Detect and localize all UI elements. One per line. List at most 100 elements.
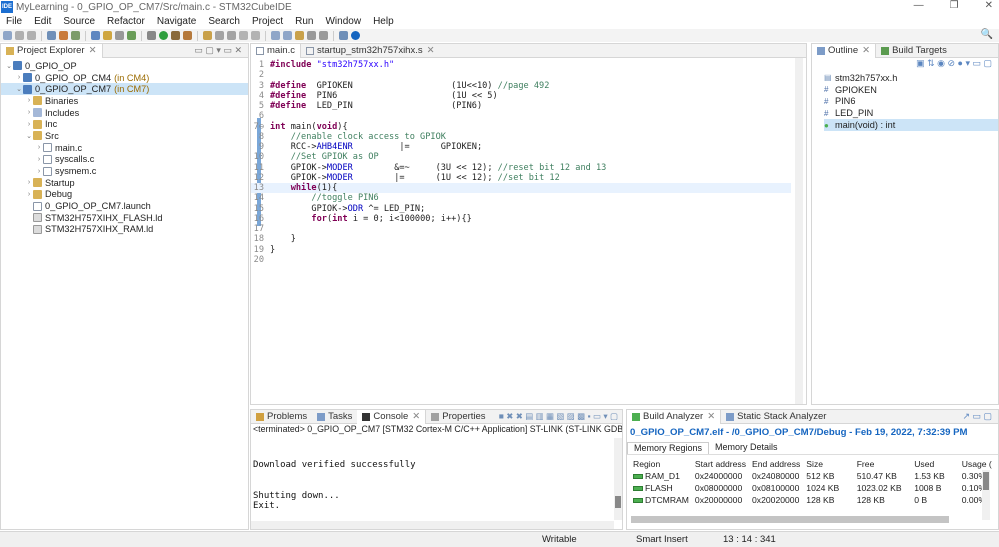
tree-item[interactable]: › Binaries	[1, 95, 248, 107]
outline-item[interactable]: ▤ stm32h757xx.h	[824, 72, 998, 84]
close-tab-icon[interactable]: ✕	[412, 411, 420, 422]
tab-tasks[interactable]: Tasks	[312, 410, 357, 424]
tab-build-analyzer[interactable]: Build Analyzer ✕	[627, 409, 722, 424]
chevron-right-icon[interactable]: ›	[25, 191, 33, 198]
tree-item[interactable]: 0_GPIO_OP_CM7.launch	[1, 200, 248, 212]
menu-edit[interactable]: Edit	[28, 16, 57, 27]
outline-item[interactable]: # PIN6	[824, 96, 998, 108]
code-line[interactable]: 12 GPIOK-> MODER |= (1U << 12); //set bit…	[251, 173, 791, 183]
editor-scrollbar[interactable]	[795, 58, 803, 404]
chevron-right-icon[interactable]: ›	[35, 168, 43, 175]
code-line[interactable]: 3 #define GPIOKEN (1U<<10) //page 492	[251, 81, 791, 91]
chevron-down-icon[interactable]: ⌄	[5, 62, 13, 70]
menu-search[interactable]: Search	[202, 16, 246, 27]
console-scroll-thumb[interactable]	[615, 496, 621, 508]
bug-icon[interactable]	[147, 31, 156, 40]
tree-item[interactable]: › Startup	[1, 177, 248, 189]
code-line[interactable]: 13 while (1){	[251, 183, 791, 194]
settings-icon[interactable]	[115, 31, 124, 40]
column-header[interactable]: Free	[854, 458, 912, 470]
analyzer-scroll-thumb[interactable]	[983, 472, 989, 490]
column-header[interactable]: Used	[911, 458, 959, 470]
chevron-right-icon[interactable]: ›	[35, 156, 43, 163]
next-annotation-icon[interactable]	[271, 31, 280, 40]
open-type-icon[interactable]	[203, 31, 212, 40]
code-area[interactable]: 1 #include "stm32h757xx.h" 2 3 #define GPIOK…	[251, 58, 791, 265]
code-line[interactable]: 14 //toggle PIN6	[251, 193, 791, 203]
scroll-down-icon[interactable]	[796, 388, 802, 398]
run-config-icon[interactable]	[171, 31, 180, 40]
column-header[interactable]: Size	[803, 458, 853, 470]
outline-item[interactable]: # LED_PIN	[824, 107, 998, 119]
tab-main-c[interactable]: main.c	[251, 43, 301, 58]
tree-item[interactable]: › Includes	[1, 107, 248, 119]
block-selection-icon[interactable]	[239, 31, 248, 40]
chevron-right-icon[interactable]: ›	[25, 121, 33, 128]
code-line[interactable]: 16 for(int i = 0; i<100000; i++){}	[251, 214, 791, 224]
device-config-icon[interactable]	[91, 31, 100, 40]
search-icon[interactable]: 🔍	[981, 29, 993, 40]
menu-project[interactable]: Project	[246, 16, 289, 27]
table-row[interactable]: DTCMRAM 0x20000000 0x20020000 128 KB 128 KB 0…	[630, 494, 998, 506]
close-tab-icon[interactable]: ✕	[707, 411, 715, 422]
menu-navigate[interactable]: Navigate	[151, 16, 202, 27]
console-scrollbar[interactable]	[614, 438, 622, 520]
debug-config-icon[interactable]	[71, 31, 80, 40]
code-line[interactable]: 5 #define LED_PIN (PIN6)	[251, 101, 791, 111]
save-icon[interactable]	[15, 31, 24, 40]
code-line[interactable]: 19}	[251, 245, 791, 255]
code-line[interactable]: 4 #define PIN6 (1U << 5)	[251, 91, 791, 101]
toggle-mark-icon[interactable]	[227, 31, 236, 40]
table-row[interactable]: FLASH 0x08000000 0x08100000 1024 KB 1023.02 …	[630, 482, 998, 494]
close-icon[interactable]: ✕	[985, 0, 993, 11]
tree-item[interactable]: › sysmem.c	[1, 165, 248, 177]
tab-build-targets[interactable]: Build Targets	[876, 44, 952, 58]
tab-static-stack-analyzer[interactable]: Static Stack Analyzer	[721, 410, 831, 424]
close-tab-icon[interactable]: ✕	[862, 45, 870, 56]
tab-project-explorer[interactable]: Project Explorer ✕	[1, 43, 103, 58]
menu-window[interactable]: Window	[319, 16, 367, 27]
code-line[interactable]: 18 }	[251, 234, 791, 244]
tree-item[interactable]: ⌄ 0_GPIO_OP_CM7 (in CM7)	[1, 83, 248, 96]
code-line[interactable]: 10 //Set GPIOK as OP	[251, 152, 791, 162]
code-line[interactable]: 20	[251, 255, 791, 265]
tree-item[interactable]: ⌄ Src	[1, 130, 248, 142]
code-line[interactable]: 1 #include "stm32h757xx.h"	[251, 60, 791, 70]
view-menu-icon[interactable]: ▭ ▢ ▾ ▭ ✕	[194, 45, 242, 56]
code-line[interactable]: 7⊖ int main(void){	[251, 122, 791, 132]
analyzer-toolbar-icons[interactable]: ↗ ▭ ▢	[962, 411, 992, 422]
menu-help[interactable]: Help	[367, 16, 400, 27]
back-icon[interactable]	[307, 31, 316, 40]
outline-item[interactable]: ● main(void) : int	[824, 119, 998, 131]
new-icon[interactable]	[3, 31, 12, 40]
subtab-memory-details[interactable]: Memory Details	[709, 442, 784, 454]
console-hscrollbar[interactable]	[251, 521, 614, 529]
info-icon[interactable]	[351, 31, 360, 40]
minimize-icon[interactable]: —	[914, 0, 924, 11]
menu-file[interactable]: File	[0, 16, 28, 27]
chevron-right-icon[interactable]: ›	[25, 179, 33, 186]
column-header[interactable]: Usage (	[959, 458, 998, 470]
tab-outline[interactable]: Outline ✕	[812, 43, 877, 58]
menu-run[interactable]: Run	[289, 16, 319, 27]
chevron-right-icon[interactable]: ›	[25, 97, 33, 104]
save-all-icon[interactable]	[27, 31, 36, 40]
code-line[interactable]: 11 GPIOK-> MODER &=~ (3U << 12); //reset …	[251, 163, 791, 173]
console-toolbar-icons[interactable]: ■ ✖ ✖ ▤ ▥ ▦ ▧ ▨ ▩ ▪ ▭ ▾ ▢	[499, 411, 618, 422]
tab-properties[interactable]: Properties	[426, 410, 490, 424]
chevron-down-icon[interactable]: ⌄	[15, 85, 23, 93]
subtab-memory-regions[interactable]: Memory Regions	[627, 442, 710, 454]
menu-source[interactable]: Source	[57, 16, 101, 27]
hammer-icon[interactable]	[59, 31, 68, 40]
tree-item[interactable]: › main.c	[1, 142, 248, 154]
tree-item[interactable]: › 0_GPIO_OP_CM4 (in CM4)	[1, 72, 248, 84]
tab-console[interactable]: Console ✕	[357, 409, 427, 424]
tree-item[interactable]: › Debug	[1, 189, 248, 201]
prev-annotation-icon[interactable]	[283, 31, 292, 40]
close-tab-icon[interactable]: ✕	[89, 45, 97, 56]
tab-startup-s[interactable]: startup_stm32h757xihx.s ✕	[301, 44, 440, 58]
code-line[interactable]: 9 RCC-> AHB4ENR |= GPIOKEN;	[251, 142, 791, 152]
tab-problems[interactable]: Problems	[251, 410, 312, 424]
table-row[interactable]: RAM_D1 0x24000000 0x24080000 512 KB 510.47 K…	[630, 470, 998, 482]
column-header[interactable]: End address	[749, 458, 803, 470]
